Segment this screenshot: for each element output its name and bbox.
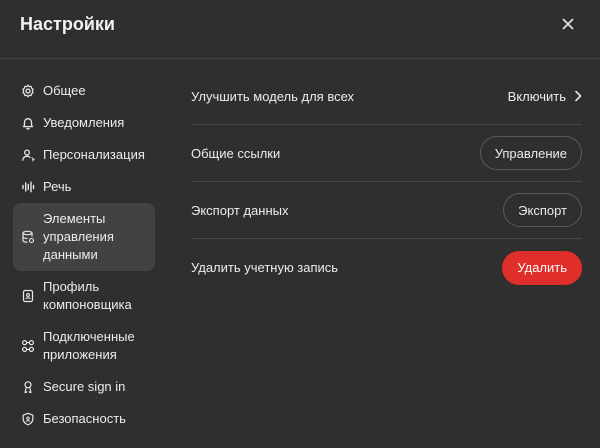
improve-model-value: Включить [507, 88, 566, 104]
sidebar-item-builder-profile[interactable]: Профиль компоновщика [13, 271, 155, 321]
dialog-header: Настройки [0, 0, 600, 59]
id-card-icon [21, 289, 35, 303]
setting-row-shared-links: Общие ссылки Управление [191, 125, 582, 182]
delete-button[interactable]: Удалить [502, 250, 582, 285]
shared-links-label: Общие ссылки [191, 145, 281, 161]
setting-row-improve-model: Улучшить модель для всех Включить [191, 68, 582, 125]
settings-dialog: Настройки Общее Уведомления Персонализац… [0, 0, 600, 448]
sidebar-item-personalization[interactable]: Персонализация [13, 139, 155, 171]
sidebar-item-speech[interactable]: Речь [13, 171, 155, 203]
delete-account-label: Удалить учетную запись [191, 260, 339, 275]
close-button[interactable] [557, 13, 579, 35]
waveform-icon [21, 180, 35, 194]
sidebar-item-label: Персонализация [43, 147, 145, 162]
page-title: Настройки [20, 14, 115, 34]
sidebar-item-notifications[interactable]: Уведомления [13, 107, 155, 139]
sidebar-item-label: Профиль компоновщика [43, 279, 132, 312]
shield-icon [21, 412, 35, 426]
sidebar-item-label: Уведомления [43, 115, 125, 130]
bell-icon [21, 116, 35, 130]
apps-icon [21, 339, 35, 353]
export-button[interactable]: Экспорт [503, 193, 582, 227]
sidebar-item-secure-sign-in[interactable]: Secure sign in [13, 371, 155, 403]
manage-button[interactable]: Управление [479, 136, 582, 170]
improve-model-label: Улучшить модель для всех [191, 88, 355, 104]
chevron-right-icon [574, 90, 582, 102]
sidebar-item-connected-apps[interactable]: Подключенные приложения [13, 321, 155, 371]
sidebar-item-label: Общее [43, 83, 86, 98]
export-data-label: Экспорт данных [191, 202, 289, 218]
database-icon [21, 230, 35, 244]
key-icon [21, 380, 35, 394]
setting-row-export-data: Экспорт данных Экспорт [191, 182, 582, 239]
sidebar-item-data-controls[interactable]: Элементы управления данными [13, 203, 155, 271]
sidebar-item-label: Secure sign in [43, 379, 126, 394]
person-icon [21, 148, 35, 162]
sidebar-item-label: Безопасность [43, 411, 126, 426]
sidebar-item-label: Элементы управления данными [43, 211, 114, 262]
settings-content: Улучшить модель для всех Включить Общие … [191, 68, 582, 296]
gear-icon [21, 84, 35, 98]
setting-row-delete-account: Удалить учетную запись Удалить [191, 239, 582, 296]
close-icon [562, 18, 574, 30]
settings-sidebar: Общее Уведомления Персонализация Речь Эл… [13, 75, 155, 435]
sidebar-item-label: Подключенные приложения [43, 329, 135, 362]
sidebar-item-security[interactable]: Безопасность [13, 403, 155, 435]
sidebar-item-label: Речь [43, 179, 72, 194]
improve-model-toggle[interactable]: Включить [508, 89, 582, 104]
sidebar-item-general[interactable]: Общее [13, 75, 155, 107]
